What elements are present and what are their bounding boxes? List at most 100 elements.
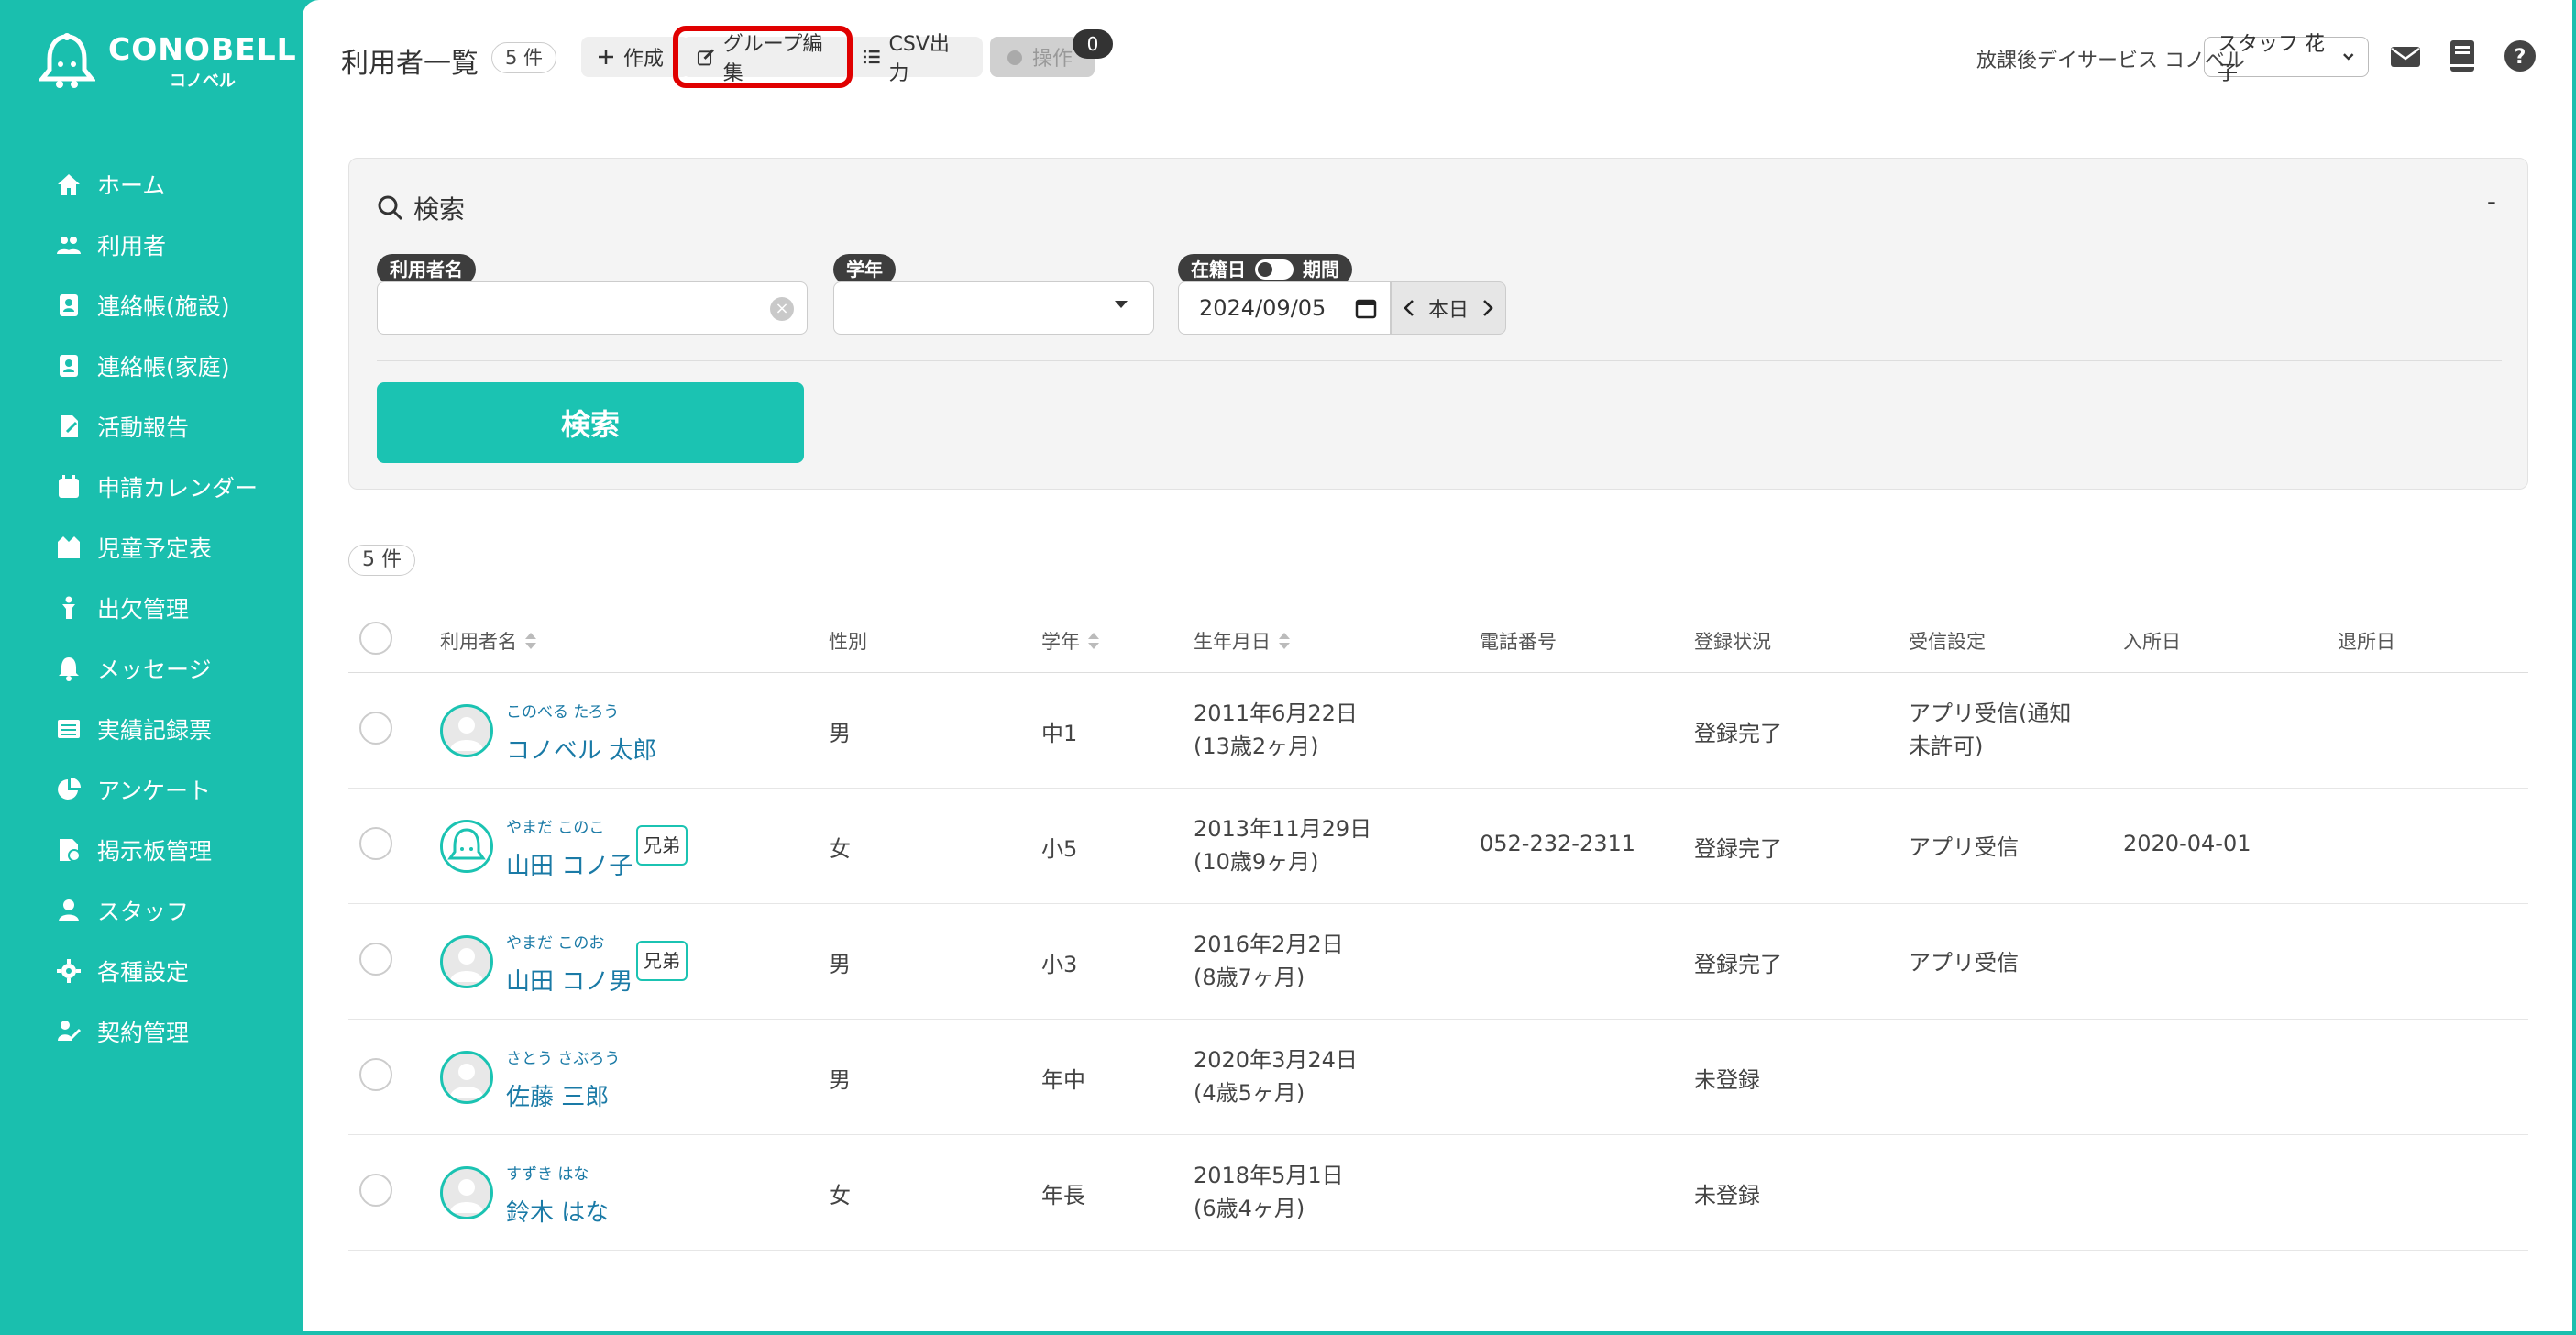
sort-icon	[1279, 633, 1290, 649]
grade-cell: 年長	[1041, 1183, 1085, 1208]
user-name-link[interactable]: 鈴木 はな	[506, 1194, 609, 1228]
grade-select[interactable]	[833, 281, 1154, 335]
main-panel: 利用者一覧 5 件 作成 グループ編集 CSV出力 操作 0 放課後デイサービス…	[303, 0, 2572, 1331]
column-header-name[interactable]: 利用者名	[440, 627, 537, 655]
manual-book-icon[interactable]	[2446, 39, 2479, 73]
user-kana: このべる たろう	[506, 703, 620, 722]
user-kana: すずき はな	[506, 1165, 589, 1184]
gender-cell: 男	[829, 1067, 851, 1093]
column-header-grade[interactable]: 学年	[1041, 627, 1100, 655]
column-header-receive: 受信設定	[1909, 631, 1986, 653]
operations-button-label: 操作	[1032, 48, 1073, 71]
user-avatar-icon	[450, 1064, 483, 1098]
bell-logo-icon	[39, 33, 95, 88]
grade-cell: 年中	[1041, 1067, 1085, 1093]
sidebar-item-14[interactable]: 契約管理	[0, 1001, 303, 1062]
sidebar-item-label: 連絡帳(施設)	[97, 293, 230, 320]
sidebar-item-2[interactable]: 連絡帳(施設)	[0, 275, 303, 336]
select-all-checkbox[interactable]	[359, 622, 392, 655]
calendar-icon[interactable]	[1355, 297, 1377, 319]
join-date-cell: 2020-04-01	[2123, 831, 2251, 856]
sidebar-item-12[interactable]: スタッフ	[0, 880, 303, 941]
status-cell: 未登録	[1694, 1067, 1760, 1093]
list-icon	[863, 50, 880, 64]
date-input[interactable]: 2024/09/05	[1178, 281, 1391, 335]
contract-icon	[55, 1018, 83, 1045]
calendar-icon	[55, 473, 83, 501]
today-button[interactable]: 本日	[1428, 293, 1469, 323]
divider	[377, 360, 2502, 361]
sidebar-item-0[interactable]: ホーム	[0, 154, 303, 215]
user-avatar-icon	[450, 1179, 483, 1213]
table-row: やまだ このお 山田 コノ男 兄弟 男 小3 2016年2月2日 (8歳7ヶ月) 登録完了 アプ…	[348, 904, 2528, 1020]
row-checkbox[interactable]	[359, 943, 392, 976]
search-panel-title: 検索	[377, 190, 465, 226]
grade-label: 学年	[833, 254, 896, 285]
row-checkbox[interactable]	[359, 1058, 392, 1091]
date-mode-toggle[interactable]: 在籍日 期間	[1178, 254, 1352, 285]
home-icon	[55, 171, 83, 198]
user-name-link[interactable]: 佐藤 三郎	[506, 1078, 609, 1112]
row-checkbox[interactable]	[359, 827, 392, 860]
birthdate-cell: 2011年6月22日 (13歳2ヶ月)	[1194, 701, 1358, 759]
row-checkbox[interactable]	[359, 1174, 392, 1207]
user-kana: やまだ このお	[506, 934, 605, 953]
sidebar-item-8[interactable]: メッセージ	[0, 638, 303, 699]
column-header-birthdate[interactable]: 生年月日	[1194, 627, 1291, 655]
status-cell: 登録完了	[1694, 721, 1782, 746]
sidebar-item-10[interactable]: アンケート	[0, 759, 303, 820]
help-icon[interactable]: ?	[2503, 39, 2537, 73]
sidebar-item-5[interactable]: 申請カレンダー	[0, 457, 303, 517]
date-mode-on-label: 在籍日	[1191, 259, 1246, 281]
chevron-down-icon	[2342, 53, 2353, 61]
sidebar-item-4[interactable]: 活動報告	[0, 396, 303, 457]
user-name-link[interactable]: コノベル 太郎	[506, 732, 656, 766]
user-avatar-icon	[450, 717, 483, 751]
chevron-right-icon[interactable]	[1481, 299, 1494, 317]
receive-cell: アプリ受信	[1909, 950, 2019, 976]
sidebar-item-9[interactable]: 実績記録票	[0, 699, 303, 759]
sidebar-item-label: 各種設定	[97, 959, 190, 986]
sidebar: CONOBELL コノベル ホーム 利用者連絡帳(施設) 連絡帳(家庭) 活動報告申請…	[0, 0, 303, 1335]
sidebar-item-6[interactable]: 児童予定表	[0, 517, 303, 578]
schedule-icon	[55, 534, 83, 561]
user-name-link[interactable]: 山田 コノ男	[506, 963, 633, 997]
avatar	[440, 1166, 493, 1219]
table-body: このべる たろう コノベル 太郎男中1 2011年6月22日 (13歳2ヶ月) 登録完了…	[348, 673, 2528, 1251]
receive-cell: アプリ受信	[1909, 834, 2019, 860]
toggle-switch[interactable]	[1255, 259, 1294, 280]
clear-icon[interactable]: ×	[770, 297, 794, 321]
sidebar-item-3[interactable]: 連絡帳(家庭)	[0, 336, 303, 396]
sidebar-item-13[interactable]: 各種設定	[0, 941, 303, 1001]
gender-cell: 女	[829, 1183, 851, 1208]
search-button[interactable]: 検索	[377, 382, 804, 463]
gender-cell: 男	[829, 952, 851, 977]
column-header-status: 登録状況	[1694, 631, 1771, 653]
mail-icon[interactable]	[2389, 40, 2422, 73]
chevron-left-icon[interactable]	[1403, 299, 1415, 317]
staff-select[interactable]: スタッフ 花子	[2204, 33, 2369, 85]
user-name-label: 利用者名	[377, 254, 476, 285]
csv-export-button[interactable]: CSV出力	[847, 33, 983, 85]
sidebar-item-1[interactable]: 利用者	[0, 215, 303, 275]
birthdate-cell: 2013年11月29日 (10歳9ヶ月)	[1194, 816, 1372, 875]
sidebar-item-label: 活動報告	[97, 414, 190, 441]
column-header-leave-date: 退所日	[2338, 631, 2395, 653]
status-cell: 未登録	[1694, 1183, 1760, 1208]
user-name-link[interactable]: 山田 コノ子	[506, 847, 633, 881]
sidebar-item-11[interactable]: 掲示板管理	[0, 820, 303, 880]
contact-book-icon	[55, 292, 83, 319]
column-header-gender: 性別	[829, 631, 867, 653]
row-checkbox[interactable]	[359, 712, 392, 745]
user-name-input[interactable]: ×	[377, 281, 808, 335]
gender-cell: 女	[829, 836, 851, 862]
collapse-button[interactable]: -	[2487, 186, 2496, 216]
date-value: 2024/09/05	[1199, 295, 1327, 321]
brand-logo[interactable]: CONOBELL コノベル	[39, 31, 297, 94]
sidebar-item-label: 掲示板管理	[97, 838, 213, 865]
sidebar-item-7[interactable]: 出欠管理	[0, 578, 303, 638]
sidebar-nav: ホーム 利用者連絡帳(施設) 連絡帳(家庭) 活動報告申請カレンダー 児童予定表 出欠管理…	[0, 154, 303, 1062]
bell-avatar-icon	[443, 822, 490, 870]
svg-text:?: ?	[2515, 46, 2526, 69]
table-header: 利用者名 性別 学年 生年月日 電話番号 登録状況 受信設定 入所日 退所日	[348, 605, 2528, 673]
